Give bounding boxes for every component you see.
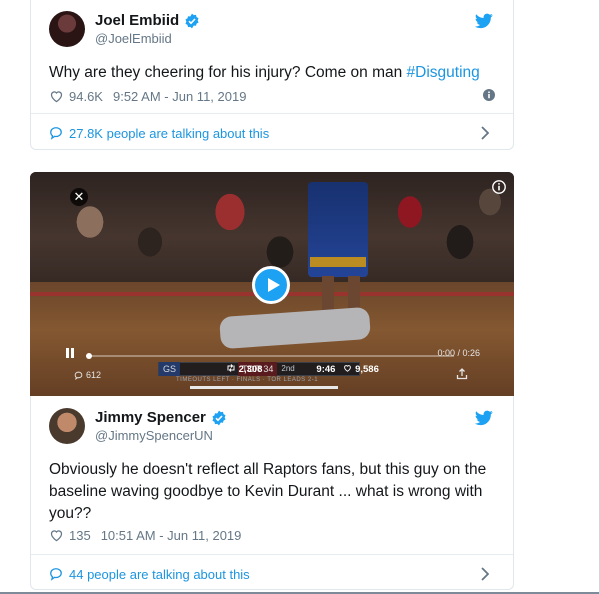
verified-badge-icon [212, 410, 226, 426]
video-progress-track[interactable] [90, 355, 454, 357]
talking-text[interactable]: 44 people are talking about this [69, 567, 250, 582]
score-gs-label: GS [159, 362, 181, 376]
tweet-text-body: Why are they cheering for his injury? Co… [49, 64, 407, 81]
tweet-timestamp[interactable]: 10:51 AM - Jun 11, 2019 [101, 528, 242, 543]
retweet-overlay: 2,308 [226, 364, 262, 375]
engagement-overlay: 2,308 9:46 9,586 [226, 364, 379, 375]
tweet-text: Obviously he doesn't reflect all Raptors… [49, 461, 487, 522]
heart-icon[interactable] [49, 89, 64, 103]
author-names[interactable]: Jimmy Spencer @JimmySpencerUN [95, 409, 227, 445]
author-handle[interactable]: @JimmySpencerUN [95, 427, 227, 445]
chevron-right-icon[interactable] [481, 567, 489, 581]
divider [31, 113, 513, 114]
play-icon[interactable] [252, 266, 290, 304]
talking-about-link[interactable]: 44 people are talking about this [49, 564, 495, 584]
like-count[interactable]: 135 [69, 528, 91, 543]
talking-text[interactable]: 27.8K people are talking about this [69, 126, 269, 141]
author-display-name[interactable]: Joel Embiid [95, 12, 200, 30]
tweet-meta: 94.6K 9:52 AM - Jun 11, 2019 [49, 87, 495, 105]
tweet-header: Jimmy Spencer @JimmySpencerUN [49, 408, 499, 448]
info-icon[interactable] [483, 89, 495, 101]
retweet-icon [227, 364, 235, 372]
avatar[interactable] [49, 408, 85, 444]
hashtag-link[interactable]: #Disguting [407, 64, 480, 81]
display-name-text[interactable]: Jimmy Spencer [95, 409, 206, 427]
retweet-count: 2,308 [238, 364, 263, 375]
chat-bubble-icon [50, 568, 62, 581]
author-names[interactable]: Joel Embiid @JoelEmbiid [95, 12, 200, 48]
likes-overlay: 9,586 [343, 364, 379, 375]
view-count: 612 [86, 370, 102, 380]
author-handle[interactable]: @JoelEmbiid [95, 30, 200, 48]
verified-badge-icon [185, 13, 199, 29]
heart-icon [344, 365, 352, 372]
like-count[interactable]: 94.6K [69, 89, 103, 104]
video-player[interactable]: ✕ 0:00 / 0:26 612 GS TOR 34 2nd 2,308 9:… [30, 172, 514, 396]
tweet-meta: 135 10:51 AM - Jun 11, 2019 [49, 526, 495, 544]
chat-bubble-icon [74, 371, 83, 380]
video-time: 0:00 / 0:26 [437, 348, 480, 358]
tweet-text: Why are they cheering for his injury? Co… [49, 62, 495, 84]
clock-overlay: 9:46 [316, 364, 336, 375]
heart-icon[interactable] [49, 528, 64, 542]
tweet-card-spencer[interactable]: Jimmy Spencer @JimmySpencerUN Obviously … [30, 396, 514, 590]
chat-bubble-icon [50, 127, 62, 140]
tweet-card-embiid[interactable]: Joel Embiid @JoelEmbiid Why are they che… [30, 0, 514, 150]
talking-about-link[interactable]: 27.8K people are talking about this [49, 123, 495, 143]
close-icon[interactable]: ✕ [70, 188, 88, 206]
scorebug-subtitle: TIMEOUTS LEFT · FINALS · TOR LEADS 2-1 [176, 377, 319, 383]
video-views: 612 [74, 370, 101, 380]
video-scrubber[interactable] [86, 353, 92, 359]
twitter-bird-icon[interactable] [475, 410, 493, 426]
likes-overlay-count: 9,586 [355, 364, 379, 375]
twitter-bird-icon[interactable] [475, 13, 493, 29]
info-icon[interactable] [492, 180, 506, 194]
divider [31, 554, 513, 555]
author-display-name[interactable]: Jimmy Spencer [95, 409, 227, 427]
avatar[interactable] [49, 11, 85, 47]
tweet-timestamp[interactable]: 9:52 AM - Jun 11, 2019 [113, 89, 246, 104]
tweet-header: Joel Embiid @JoelEmbiid [49, 11, 499, 51]
share-icon[interactable] [456, 368, 468, 380]
chevron-right-icon[interactable] [481, 126, 489, 140]
pause-icon[interactable] [66, 348, 74, 358]
display-name-text[interactable]: Joel Embiid [95, 12, 179, 30]
scorebug-bar [190, 386, 338, 389]
